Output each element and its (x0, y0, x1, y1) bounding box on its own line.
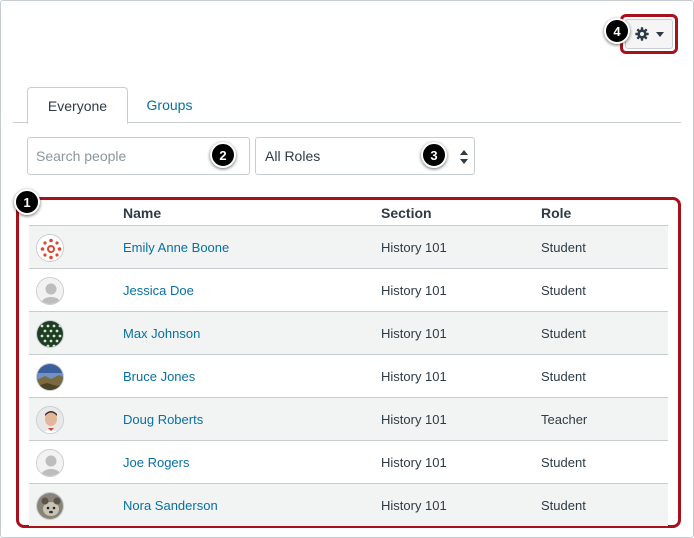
column-header-role: Role (541, 205, 572, 221)
student-name-link[interactable]: Emily Anne Boone (123, 240, 229, 255)
role-cell: Student (541, 283, 586, 298)
role-cell: Student (541, 369, 586, 384)
role-cell: Student (541, 498, 586, 513)
roster-table-highlight: Name Section Role Emily Anne Boone Histo… (16, 197, 681, 528)
callout-2: 2 (210, 142, 236, 168)
column-header-section: Section (381, 205, 432, 221)
table-row: Nora Sanderson History 101 Student (29, 483, 668, 526)
default-avatar[interactable] (36, 277, 64, 305)
student-name-link[interactable]: Max Johnson (123, 326, 200, 341)
section-cell: History 101 (381, 412, 447, 427)
callout-4: 4 (604, 18, 630, 44)
gear-icon (634, 27, 649, 41)
student-name-link[interactable]: Bruce Jones (123, 369, 195, 384)
section-cell: History 101 (381, 455, 447, 470)
role-cell: Student (541, 455, 586, 470)
select-arrows-icon (460, 150, 468, 164)
table-row: Jessica Doe History 101 Student (29, 268, 668, 311)
student-name-link[interactable]: Nora Sanderson (123, 498, 218, 513)
animal-photo-avatar[interactable] (36, 492, 64, 520)
section-cell: History 101 (381, 326, 447, 341)
table-header: Name Section Role (31, 200, 669, 225)
settings-menu-button[interactable] (625, 19, 673, 49)
tab-groups[interactable]: Groups (128, 87, 211, 123)
column-header-name: Name (123, 205, 162, 221)
pattern-avatar[interactable] (36, 320, 64, 348)
tab-everyone[interactable]: Everyone (27, 87, 128, 124)
people-tabs: Everyone Groups (13, 87, 681, 124)
table-row: Emily Anne Boone History 101 Student (29, 225, 668, 268)
table-row: Bruce Jones History 101 Student (29, 354, 668, 397)
role-cell: Student (541, 326, 586, 341)
table-row: Doug Roberts History 101 Teacher (29, 397, 668, 440)
section-cell: History 101 (381, 240, 447, 255)
callout-3: 3 (421, 142, 447, 168)
landscape-avatar[interactable] (36, 363, 64, 391)
table-row: Joe Rogers History 101 Student (29, 440, 668, 483)
section-cell: History 101 (381, 498, 447, 513)
role-cell: Student (541, 240, 586, 255)
callout-1: 1 (14, 189, 40, 215)
student-name-link[interactable]: Doug Roberts (123, 412, 203, 427)
role-filter-value: All Roles (265, 148, 321, 164)
role-cell: Teacher (541, 412, 588, 427)
section-cell: History 101 (381, 369, 447, 384)
student-name-link[interactable]: Jessica Doe (123, 283, 194, 298)
section-cell: History 101 (381, 283, 447, 298)
student-name-link[interactable]: Joe Rogers (123, 455, 189, 470)
canvas-logo-avatar[interactable] (36, 234, 64, 262)
caret-down-icon (655, 31, 664, 37)
table-row: Max Johnson History 101 Student (29, 311, 668, 354)
photo-avatar[interactable] (36, 406, 64, 434)
default-avatar[interactable] (36, 449, 64, 477)
